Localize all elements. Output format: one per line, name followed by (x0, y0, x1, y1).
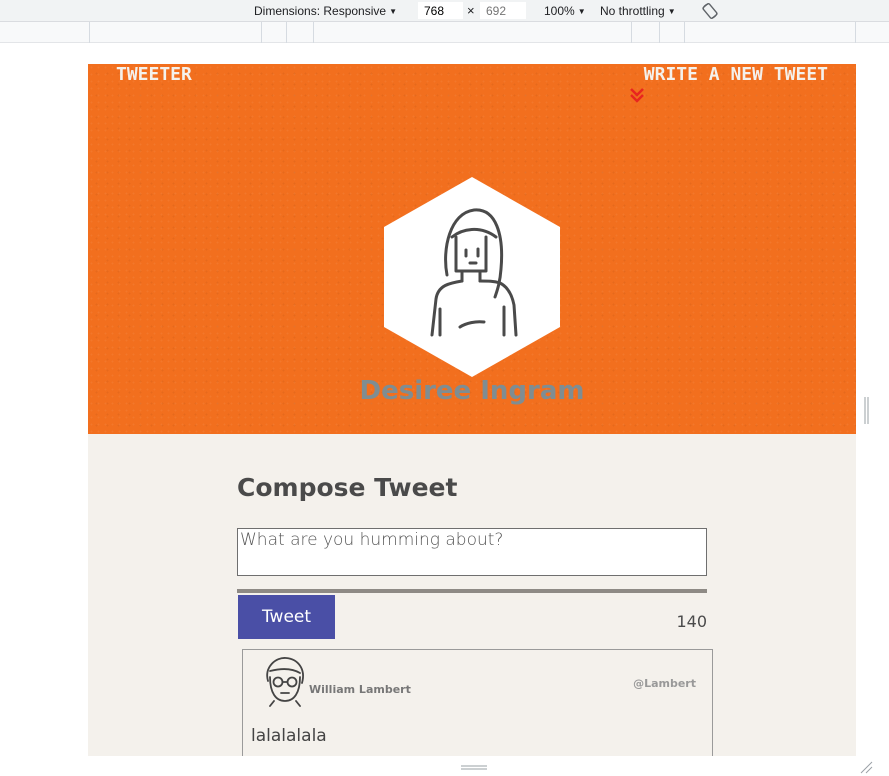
zoom-label: 100% (544, 4, 575, 18)
throttling-caret-icon: ▼ (667, 7, 676, 16)
user-avatar (384, 177, 560, 377)
profile-header: TWEETER WRITE A NEW TWEET Desiree Ingram (88, 64, 856, 434)
zoom-dropdown[interactable]: 100% ▼ (544, 3, 586, 20)
tweet-text: lalalalala (251, 726, 327, 746)
dimensions-label: Dimensions: Responsive (254, 4, 387, 18)
zoom-caret-icon: ▼ (577, 7, 586, 16)
bottom-resize-handle[interactable] (461, 765, 487, 771)
height-input[interactable] (480, 2, 526, 19)
glasses-man-avatar-icon (266, 657, 304, 707)
write-new-tweet-link[interactable]: WRITE A NEW TWEET (644, 65, 828, 85)
emulated-page: TWEETER WRITE A NEW TWEET Desiree Ingram… (88, 64, 856, 756)
tweet-author-handle: @Lambert (633, 677, 696, 690)
devtools-device-toolbar: Dimensions: Responsive▼ × 100%▼ No throt… (0, 0, 889, 22)
brand-logo[interactable]: TWEETER (116, 65, 192, 85)
throttling-dropdown[interactable]: No throttling ▼ (600, 3, 676, 20)
throttling-label: No throttling (600, 4, 665, 18)
profile-user-name: Desiree Ingram (359, 376, 585, 406)
tweet-card: William Lambert @Lambert lalalalala (242, 649, 713, 756)
dimensions-caret-icon: ▼ (389, 7, 397, 16)
right-resize-handle[interactable] (864, 397, 869, 424)
character-counter: 140 (676, 612, 707, 631)
dimensions-dropdown[interactable]: Dimensions: Responsive ▼ (254, 3, 397, 20)
compose-title: Compose Tweet (237, 473, 458, 502)
rotate-icon[interactable] (700, 1, 720, 21)
dimension-separator: × (467, 3, 475, 18)
compose-divider (237, 589, 707, 593)
corner-resize-handle[interactable] (859, 760, 873, 774)
tweet-author-name: William Lambert (309, 683, 411, 696)
media-query-ruler[interactable] (0, 22, 889, 43)
tweet-submit-button[interactable]: Tweet (238, 595, 335, 639)
width-input[interactable] (418, 2, 463, 19)
double-chevron-down-icon[interactable] (629, 87, 645, 103)
compose-tweet-input[interactable] (237, 528, 707, 576)
